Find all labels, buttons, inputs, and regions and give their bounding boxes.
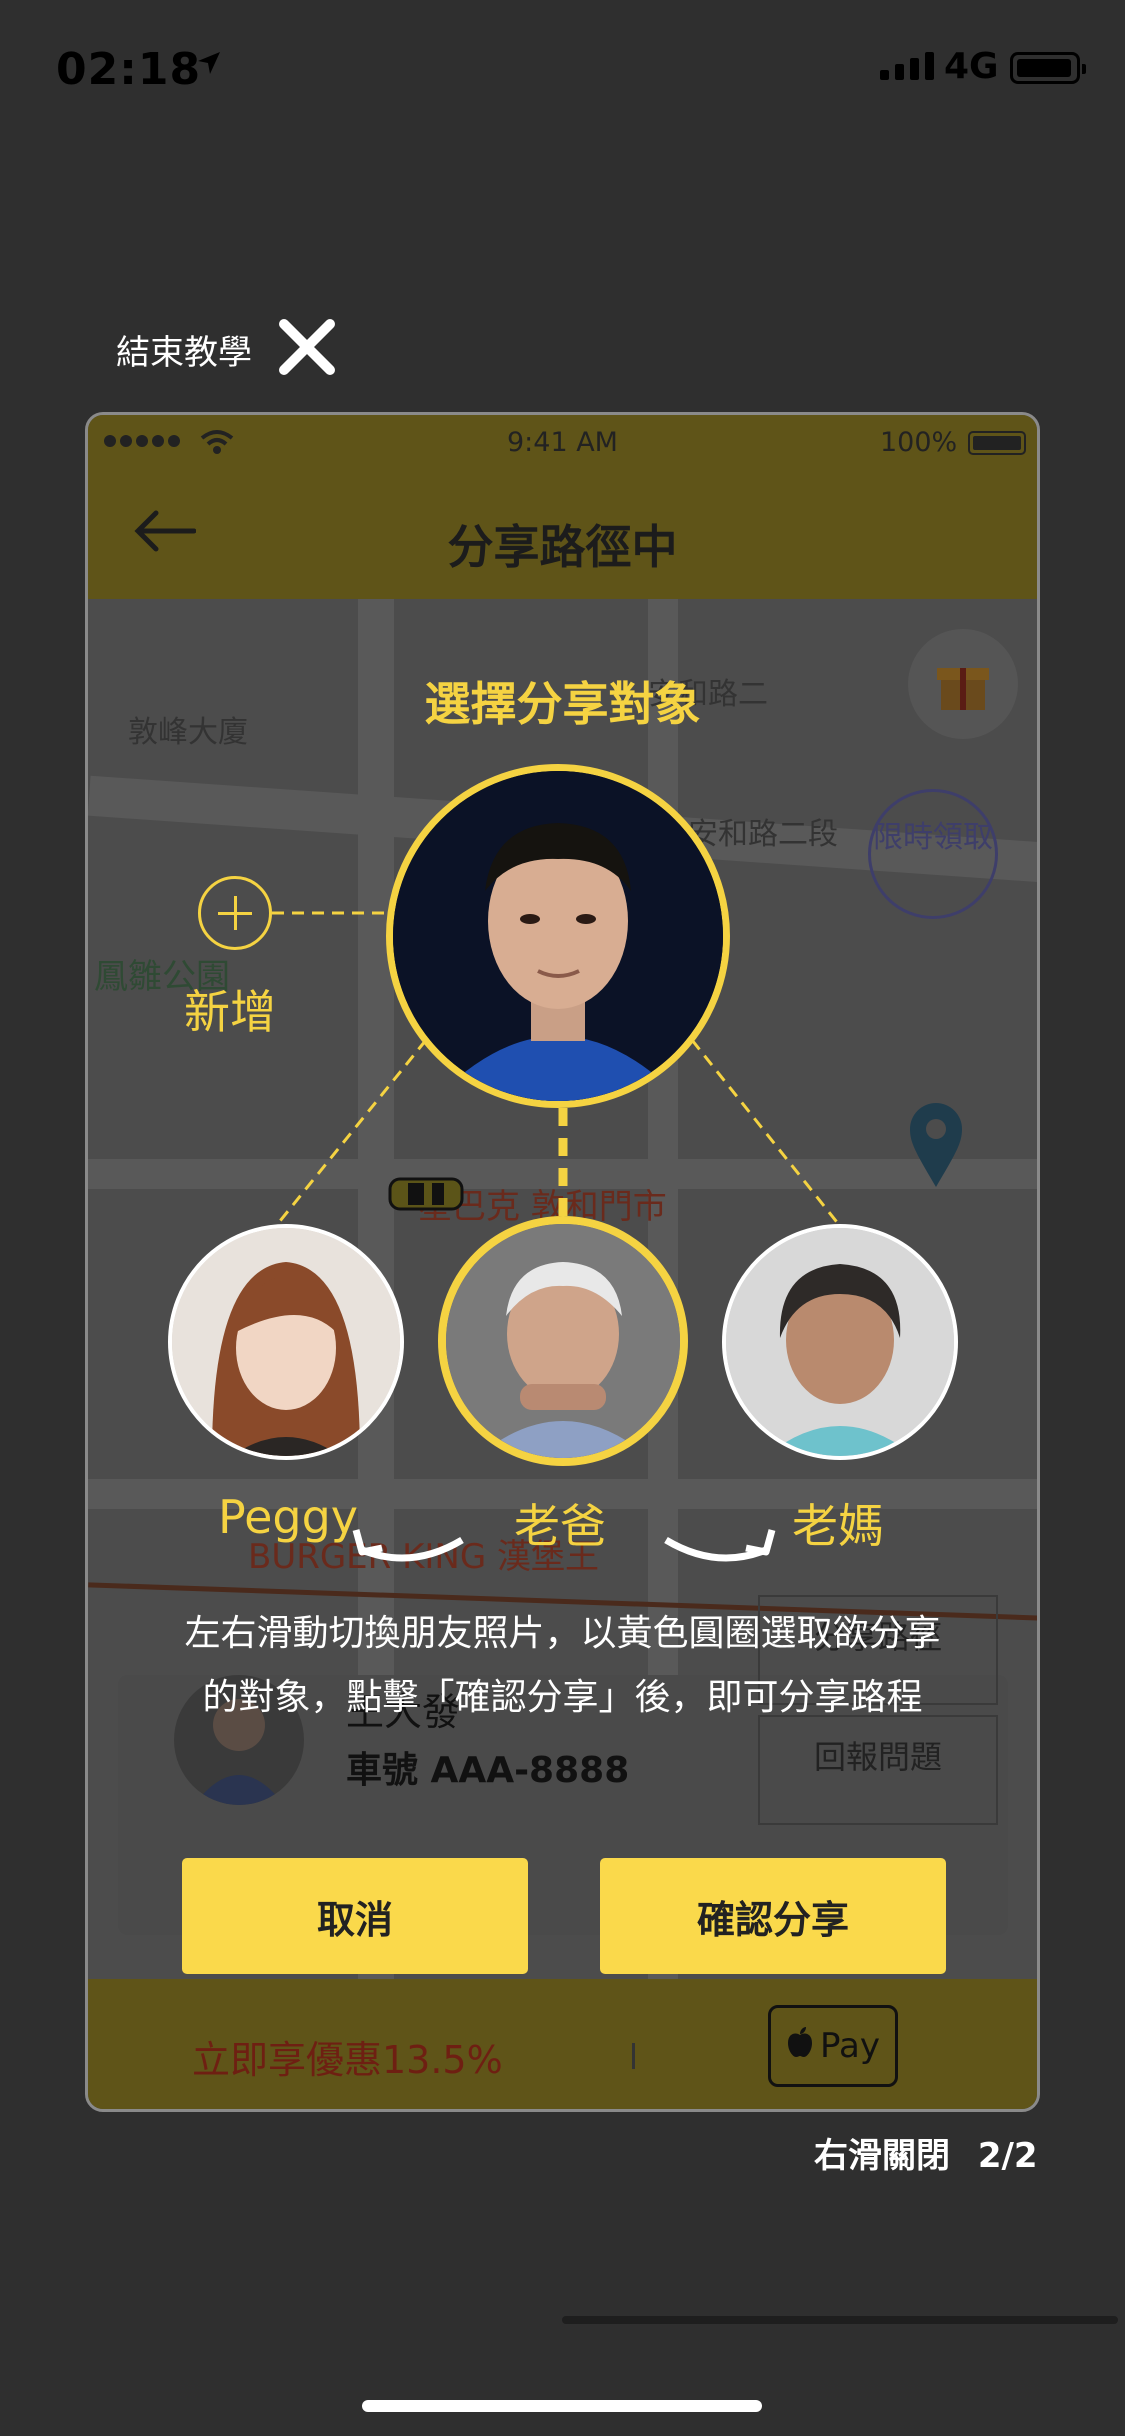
- swipe-close-label: 右滑關閉: [814, 2136, 950, 2176]
- swipe-right-arrow-icon: [660, 1526, 776, 1574]
- preview-status-bar: 9:41 AM 100%: [88, 415, 1037, 471]
- limited-offer-badge: 限時領取: [868, 789, 998, 919]
- tutorial-heading: 選擇分享對象: [424, 677, 701, 731]
- cancel-button[interactable]: 取消: [182, 1858, 528, 1974]
- network-label: 4G: [944, 46, 999, 87]
- page-indicator: 2/2: [977, 2136, 1038, 2176]
- confirm-share-button[interactable]: 確認分享: [600, 1858, 946, 1974]
- friend-avatar-peggy[interactable]: [168, 1224, 404, 1460]
- report-problem-button: 回報問題: [758, 1715, 998, 1825]
- friend-name-mom: 老媽: [792, 1499, 884, 1553]
- end-tutorial-button[interactable]: 結束教學: [116, 318, 336, 380]
- location-arrow-icon: [196, 50, 222, 80]
- battery-icon: [1010, 52, 1086, 84]
- signal-icon: [880, 52, 934, 80]
- limited-offer-label: 限時領取: [873, 820, 993, 855]
- scroll-indicator: [562, 2316, 1118, 2324]
- promo-text: 立即享優惠13.5%: [192, 2038, 503, 2082]
- home-indicator[interactable]: [362, 2400, 762, 2412]
- friend-name-dad: 老爸: [514, 1499, 606, 1553]
- car-icon: [388, 1169, 464, 1223]
- promo-bar: 立即享優惠13.5% Pay: [88, 1979, 1037, 2109]
- instruction-line-1: 左右滑動切換朋友照片，以黃色圓圈選取欲分享: [184, 1613, 941, 1654]
- apple-pay-button: Pay: [768, 2005, 898, 2087]
- friend-avatar-dad[interactable]: [438, 1216, 688, 1466]
- friend-name-peggy: Peggy: [218, 1490, 359, 1544]
- map-pin-icon: [906, 1099, 966, 1193]
- preview-title: 分享路徑中: [447, 520, 678, 574]
- selected-friend-avatar[interactable]: [386, 764, 730, 1108]
- add-friend-button[interactable]: [198, 876, 272, 950]
- swipe-close-hint: 右滑關閉 2/2: [814, 2128, 1038, 2177]
- preview-navbar: 分享路徑中: [88, 471, 1037, 599]
- instruction-line-2: 的對象，點擊「確認分享」後，即可分享路程: [202, 1677, 923, 1718]
- end-tutorial-label: 結束教學: [116, 332, 252, 373]
- preview-battery-icon: [968, 431, 1026, 455]
- friend-avatar-mom[interactable]: [722, 1224, 958, 1460]
- instruction-text: 左右滑動切換朋友照片，以黃色圓圈選取欲分享 的對象，點擊「確認分享」後，即可分享…: [120, 1602, 1005, 1730]
- apple-icon: [786, 2026, 814, 2067]
- add-friend-label: 新增: [184, 985, 276, 1039]
- preview-battery-percent: 100%: [880, 427, 958, 458]
- status-bar: 02:18 4G: [0, 0, 1125, 140]
- divider: [632, 2043, 635, 2069]
- status-time: 02:18: [56, 44, 202, 95]
- pay-label: Pay: [820, 2026, 880, 2066]
- close-icon[interactable]: [278, 318, 336, 380]
- swipe-left-arrow-icon: [352, 1526, 468, 1574]
- driver-plate: 車號 AAA-8888: [346, 1750, 630, 1791]
- map-label-road-2: 安和路二段: [688, 817, 838, 852]
